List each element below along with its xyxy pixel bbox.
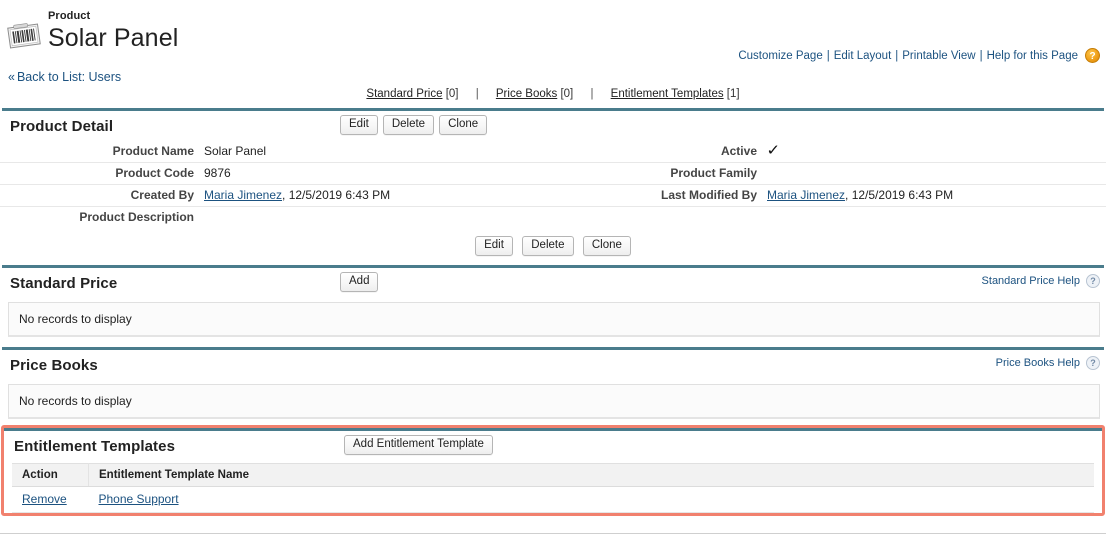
value-product-name: Solar Panel [204, 141, 563, 163]
clone-button-bottom[interactable]: Clone [582, 236, 631, 256]
field-row-product-name: Product Name Solar Panel Active ✓ [0, 141, 1106, 163]
price-books-title: Price Books [10, 356, 98, 374]
edit-layout-link[interactable]: Edit Layout [834, 50, 892, 62]
entitlement-templates-table: Action Entitlement Template Name Remove … [12, 463, 1094, 513]
product-detail-panel: Product Detail Edit Delete Clone Product… [0, 108, 1106, 265]
nav-separator-1: | [475, 88, 479, 100]
standard-price-title: Standard Price [10, 274, 118, 292]
last-modified-timestamp: , 12/5/2019 6:43 PM [845, 188, 954, 202]
entitlement-template-link[interactable]: Phone Support [99, 492, 179, 506]
entitlement-templates-header: Entitlement Templates Add Entitlement Te… [4, 431, 1102, 461]
add-entitlement-template-button[interactable]: Add Entitlement Template [344, 435, 493, 455]
label-product-family: Product Family [563, 162, 767, 185]
value-spacer-right [767, 207, 1106, 229]
price-books-header: Price Books Price Books Help ? [0, 350, 1106, 380]
label-product-name: Product Name [0, 141, 204, 163]
entitlement-templates-highlight: Entitlement Templates Add Entitlement Te… [1, 425, 1105, 516]
delete-button-bottom[interactable]: Delete [522, 236, 574, 256]
checkmark-icon: ✓ [766, 142, 781, 159]
field-row-product-code: Product Code 9876 Product Family [0, 162, 1106, 185]
barcode-product-icon [6, 20, 42, 52]
nav-standard-price[interactable]: Standard Price [366, 88, 442, 100]
nav-price-books-count: [0] [560, 88, 574, 100]
page-title: Solar Panel [48, 24, 179, 52]
price-books-empty-state: No records to display [8, 384, 1100, 419]
remove-link[interactable]: Remove [22, 492, 67, 506]
link-separator-1: | [826, 49, 830, 62]
entitlement-templates-table-body: Remove Phone Support [12, 486, 1094, 513]
add-standard-price-button[interactable]: Add [340, 272, 379, 292]
column-header-entitlement-template-name: Entitlement Template Name [88, 463, 1094, 487]
value-created-by: Maria Jimenez, 12/5/2019 6:43 PM [204, 184, 563, 207]
breadcrumb: «Back to List: Users [8, 70, 121, 84]
value-product-description [204, 207, 563, 229]
header-identity: Product Solar Panel [0, 10, 1106, 53]
price-books-help: Price Books Help ? [996, 356, 1100, 370]
label-created-by: Created By [0, 184, 204, 207]
standard-price-panel: Standard Price Add Standard Price Help ?… [0, 265, 1106, 347]
field-row-product-description: Product Description [0, 207, 1106, 229]
entitlement-templates-actions: Add Entitlement Template [344, 435, 493, 455]
standard-price-help: Standard Price Help ? [982, 274, 1100, 288]
standard-price-help-link[interactable]: Standard Price Help [982, 275, 1080, 287]
header-utility-links: Customize Page | Edit Layout | Printable… [738, 48, 1100, 63]
edit-button-top[interactable]: Edit [340, 115, 378, 135]
customize-page-link[interactable]: Customize Page [738, 50, 822, 62]
nav-price-books[interactable]: Price Books [496, 88, 557, 100]
cell-template-name: Phone Support [88, 486, 1094, 513]
nav-entitlement-templates[interactable]: Entitlement Templates [611, 88, 724, 100]
created-by-user-link[interactable]: Maria Jimenez [204, 188, 282, 202]
clone-button-top[interactable]: Clone [439, 115, 488, 135]
back-chevron-icon: « [8, 70, 15, 84]
nav-separator-2: | [590, 88, 594, 100]
label-product-description: Product Description [79, 210, 194, 224]
price-books-help-link[interactable]: Price Books Help [996, 357, 1080, 369]
link-separator-2: | [895, 49, 899, 62]
header-text: Product Solar Panel [42, 10, 178, 53]
entitlement-templates-table-head: Action Entitlement Template Name [12, 463, 1094, 487]
created-by-timestamp: , 12/5/2019 6:43 PM [282, 188, 391, 202]
link-separator-3: | [979, 49, 983, 62]
edit-button-bottom[interactable]: Edit [475, 236, 513, 256]
back-to-list-link[interactable]: Back to List: Users [17, 70, 121, 84]
label-spacer-right [563, 207, 767, 229]
entitlement-templates-title: Entitlement Templates [14, 437, 176, 455]
price-books-panel: Price Books Price Books Help ? No record… [0, 347, 1106, 419]
page-header: Product Solar Panel Customize Page | Edi… [0, 0, 1106, 100]
table-header-row: Action Entitlement Template Name [12, 463, 1094, 487]
standard-price-empty-state: No records to display [8, 302, 1100, 337]
value-last-modified-by: Maria Jimenez, 12/5/2019 6:43 PM [767, 184, 1106, 207]
object-type-label: Product [48, 10, 91, 22]
standard-price-header: Standard Price Add Standard Price Help ? [0, 268, 1106, 298]
product-detail-header: Product Detail Edit Delete Clone [0, 111, 1106, 141]
field-row-created-by: Created By Maria Jimenez, 12/5/2019 6:43… [0, 184, 1106, 207]
nav-standard-price-count: [0] [445, 88, 459, 100]
standard-price-actions: Add [340, 272, 379, 292]
product-detail-actions-bottom: Edit Delete Clone [0, 228, 1106, 265]
last-modified-by-user-link[interactable]: Maria Jimenez [767, 188, 845, 202]
delete-button-top[interactable]: Delete [382, 115, 435, 135]
column-header-action: Action [12, 463, 89, 487]
product-detail-actions-top: Edit Delete Clone [340, 115, 488, 135]
help-icon[interactable]: ? [1086, 274, 1100, 288]
product-detail-title: Product Detail [10, 117, 114, 135]
nav-entitlement-templates-count: [1] [726, 88, 740, 100]
help-for-this-page-link[interactable]: Help for this Page [987, 50, 1078, 62]
product-detail-page: Product Solar Panel Customize Page | Edi… [0, 0, 1106, 534]
help-icon[interactable]: ? [1085, 48, 1100, 63]
product-detail-fields: Product Name Solar Panel Active ✓ Produc… [0, 141, 1106, 228]
cell-action: Remove [12, 486, 89, 513]
value-active: ✓ [766, 141, 1106, 163]
label-product-code: Product Code [0, 162, 204, 185]
label-last-modified-by: Last Modified By [563, 184, 767, 207]
label-active: Active [563, 141, 767, 163]
table-row: Remove Phone Support [12, 486, 1094, 513]
help-icon[interactable]: ? [1086, 356, 1100, 370]
related-list-nav: Standard Price [0] | Price Books [0] | E… [0, 88, 1106, 100]
entitlement-templates-panel: Entitlement Templates Add Entitlement Te… [4, 428, 1102, 513]
value-product-code: 9876 [204, 162, 563, 185]
value-product-family [767, 162, 1106, 185]
printable-view-link[interactable]: Printable View [902, 50, 975, 62]
